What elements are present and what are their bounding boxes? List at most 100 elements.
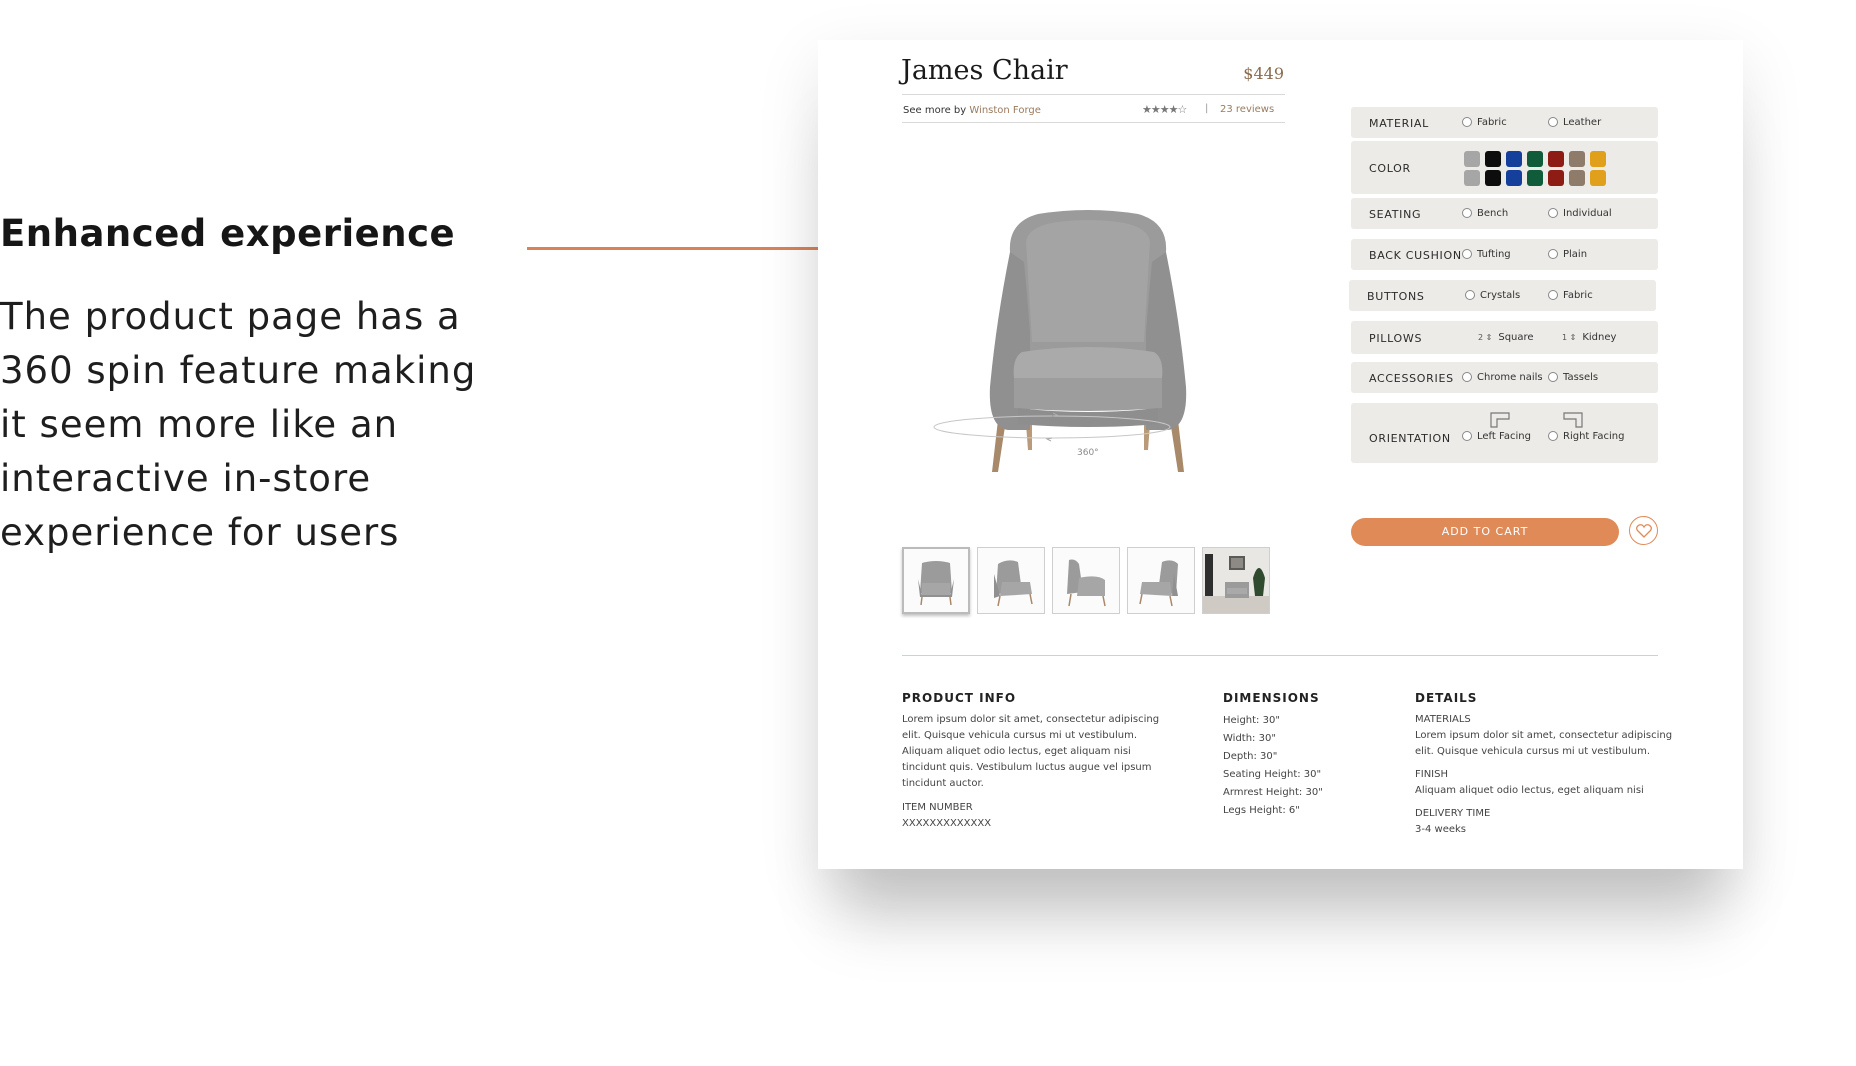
details-text: MATERIALS Lorem ipsum dolor sit amet, co…: [1415, 712, 1672, 838]
radio-label: Tassels: [1563, 372, 1599, 383]
thumbnail-chair-angle-right: [1139, 560, 1178, 607]
stepper-label: Kidney: [1582, 332, 1617, 343]
radio-crystals[interactable]: Crystals: [1465, 290, 1520, 301]
radio-tufting[interactable]: Tufting: [1462, 249, 1511, 260]
section-divider: [902, 655, 1658, 656]
annotation-line: The product page has a: [0, 295, 461, 338]
thumbnail-angle-right[interactable]: [1127, 547, 1195, 614]
radio-icon: [1465, 290, 1475, 300]
radio-label: Plain: [1563, 249, 1588, 260]
dimension-item: Seating Height: 30": [1223, 769, 1322, 780]
item-number-label: ITEM NUMBER: [902, 802, 973, 813]
radio-icon: [1548, 249, 1558, 259]
pillow-kidney-stepper[interactable]: 1 ⇕ Kidney: [1562, 332, 1616, 343]
left-facing-icon: [1490, 412, 1510, 428]
color-swatch[interactable]: [1590, 170, 1606, 186]
product-info-line: Lorem ipsum dolor sit amet, consectetur …: [902, 714, 1160, 725]
annotation-line: interactive in-store: [0, 457, 372, 500]
radio-left-facing[interactable]: Left Facing: [1462, 431, 1531, 442]
color-swatch[interactable]: [1590, 151, 1606, 167]
radio-icon: [1548, 431, 1558, 441]
materials-line: Lorem ipsum dolor sit amet, consectetur …: [1415, 730, 1673, 741]
color-swatch[interactable]: [1506, 151, 1522, 167]
annotation-body: The product page has a 360 spin feature …: [0, 290, 500, 560]
delivery-text: 3-4 weeks: [1415, 824, 1466, 835]
product-info-line: tincidunt quis. Vestibulum luctus augue …: [902, 762, 1152, 773]
radio-label: Tufting: [1477, 249, 1511, 260]
option-label: COLOR: [1369, 162, 1411, 175]
option-orientation: ORIENTATION Left Facing Right Facing: [1351, 403, 1658, 463]
product-info-line: tincidunt auctor.: [902, 778, 984, 789]
title-rule: [902, 94, 1285, 95]
color-swatch[interactable]: [1548, 151, 1564, 167]
option-label: ACCESSORIES: [1369, 372, 1454, 385]
wishlist-button[interactable]: [1629, 516, 1658, 545]
thumbnail-chair-side: [1067, 559, 1106, 607]
thumbnail-chair-angle: [994, 560, 1033, 607]
spin-360-label: 360°: [1077, 448, 1099, 458]
option-color: COLOR: [1351, 141, 1658, 194]
spin-ring: [933, 412, 1171, 442]
product-page-mockup: James Chair $449 See more by Winston For…: [818, 40, 1743, 869]
pillow-square-stepper[interactable]: 2 ⇕ Square: [1478, 332, 1534, 343]
color-swatch[interactable]: [1527, 151, 1543, 167]
color-swatch[interactable]: [1527, 170, 1543, 186]
radio-leather[interactable]: Leather: [1548, 117, 1601, 128]
radio-icon: [1462, 372, 1472, 382]
color-swatch[interactable]: [1464, 170, 1480, 186]
quantity-stepper[interactable]: 2 ⇕: [1478, 333, 1492, 342]
details-heading: DETAILS: [1415, 691, 1478, 705]
color-swatch[interactable]: [1569, 151, 1585, 167]
thumbnail-angle-left[interactable]: [977, 547, 1045, 614]
thumbnail-front[interactable]: [902, 547, 970, 614]
radio-fabric-buttons[interactable]: Fabric: [1548, 290, 1593, 301]
product-info-heading: PRODUCT INFO: [902, 691, 1017, 705]
color-swatch[interactable]: [1485, 151, 1501, 167]
radio-right-facing[interactable]: Right Facing: [1548, 431, 1624, 442]
brand-link[interactable]: Winston Forge: [969, 105, 1041, 116]
radio-plain[interactable]: Plain: [1548, 249, 1587, 260]
quantity-stepper[interactable]: 1 ⇕: [1562, 333, 1576, 342]
option-pillows: PILLOWS 2 ⇕ Square 1 ⇕ Kidney: [1351, 321, 1658, 354]
color-swatch[interactable]: [1485, 170, 1501, 186]
color-swatch[interactable]: [1464, 151, 1480, 167]
product-info-line: elit. Quisque vehicula cursus mi ut vest…: [902, 730, 1138, 741]
thumbnail-lifestyle[interactable]: [1202, 547, 1270, 614]
option-label: PILLOWS: [1369, 332, 1423, 345]
dimension-item: Depth: 30": [1223, 751, 1278, 762]
item-number-value: XXXXXXXXXXXXX: [902, 818, 992, 829]
radio-label: Leather: [1563, 117, 1602, 128]
color-swatch[interactable]: [1548, 170, 1564, 186]
radio-label: Crystals: [1480, 290, 1521, 301]
add-to-cart-button[interactable]: ADD TO CART: [1351, 518, 1619, 546]
radio-label: Left Facing: [1477, 431, 1531, 442]
checkbox-tassels[interactable]: Tassels: [1548, 372, 1598, 383]
option-accessories: ACCESSORIES Chrome nails Tassels: [1351, 362, 1658, 393]
radio-icon: [1548, 208, 1558, 218]
radio-fabric[interactable]: Fabric: [1462, 117, 1507, 128]
radio-bench[interactable]: Bench: [1462, 208, 1508, 219]
brand-line: See more by Winston Forge: [903, 105, 1041, 116]
option-back-cushion: BACK CUSHION Tufting Plain: [1351, 239, 1658, 270]
annotation-line: it seem more like an: [0, 403, 399, 446]
radio-label: Bench: [1477, 208, 1509, 219]
see-more-prefix: See more by: [903, 105, 967, 116]
radio-icon: [1548, 372, 1558, 382]
thumbnail-side[interactable]: [1052, 547, 1120, 614]
color-swatch[interactable]: [1506, 170, 1522, 186]
radio-individual[interactable]: Individual: [1548, 208, 1612, 219]
right-facing-icon: [1563, 412, 1583, 428]
reviews-link[interactable]: 23 reviews: [1220, 104, 1274, 115]
radio-icon: [1462, 208, 1472, 218]
thumbnail-room-scene: [1203, 548, 1269, 613]
color-swatch[interactable]: [1569, 170, 1585, 186]
dimension-item: Legs Height: 6": [1223, 805, 1300, 816]
radio-icon: [1548, 117, 1558, 127]
dimensions-heading: DIMENSIONS: [1223, 691, 1320, 705]
rating-stars: ★★★★☆: [1142, 103, 1187, 116]
checkbox-chrome-nails[interactable]: Chrome nails: [1462, 372, 1543, 383]
product-info-text: Lorem ipsum dolor sit amet, consectetur …: [902, 712, 1159, 832]
option-label: BACK CUSHION: [1369, 249, 1462, 262]
dimensions-list: Height: 30" Width: 30" Depth: 30" Seatin…: [1223, 712, 1323, 820]
radio-icon: [1462, 117, 1472, 127]
